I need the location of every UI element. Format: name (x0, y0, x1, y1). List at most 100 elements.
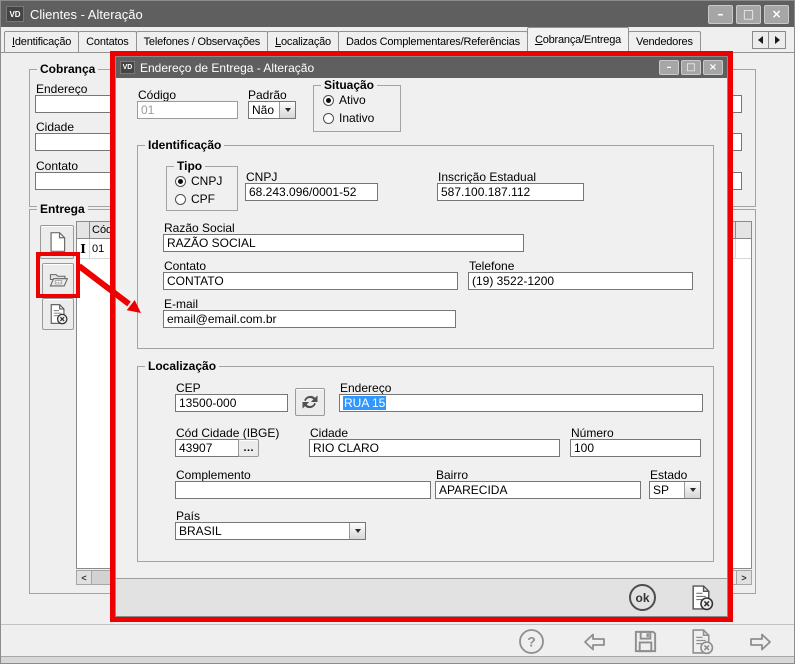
chevron-down-icon (355, 529, 361, 533)
grid-selector-column-header (77, 222, 90, 238)
tab-dados-complementares[interactable]: Dados Complementares/Referências (338, 31, 528, 52)
grid-column-2-header[interactable] (736, 222, 751, 238)
cobranca-legend: Cobrança (37, 62, 98, 76)
cidade-field[interactable]: RIO CLARO (309, 439, 560, 457)
cod-cidade-browse-button[interactable]: … (238, 439, 259, 457)
complemento-label: Complemento (176, 468, 251, 482)
cpf-radio[interactable]: CPF (175, 192, 215, 206)
annotation-arrow (71, 256, 161, 326)
endereco-label: Endereço (340, 381, 391, 395)
document-x-icon (693, 630, 712, 653)
maximize-button[interactable]: □ (736, 5, 761, 24)
cod-cidade-label: Cód Cidade (IBGE) (176, 426, 279, 440)
inscricao-estadual-field[interactable]: 587.100.187.112 (437, 183, 584, 201)
padrao-dropdown-button[interactable] (279, 102, 295, 118)
grid-cell-2 (736, 239, 751, 258)
localizacao-legend: Localização (145, 359, 219, 373)
cnpj-field[interactable]: 68.243.096/0001-52 (245, 183, 378, 201)
radio-dot-icon (323, 113, 334, 124)
cep-field[interactable]: 13500-000 (175, 394, 288, 412)
dialog-minimize-button[interactable]: – (659, 60, 679, 75)
bairro-field[interactable]: APARECIDA (435, 481, 641, 499)
complemento-field[interactable] (175, 481, 431, 499)
help-button[interactable]: ? (518, 628, 545, 655)
tab-contatos[interactable]: Contatos (78, 31, 136, 52)
close-button[interactable]: × (764, 5, 789, 24)
razao-social-field[interactable]: RAZÃO SOCIAL (163, 234, 524, 252)
tab-cobranca-entrega[interactable]: Cobrança/Entrega (527, 27, 629, 52)
dialog-cancel-button[interactable] (688, 584, 715, 611)
numero-field[interactable]: 100 (570, 439, 701, 457)
cidade-label: Cidade (310, 426, 348, 440)
radio-dot-icon (323, 95, 334, 106)
ok-button[interactable]: ok (629, 584, 656, 611)
chevron-left-icon (758, 36, 763, 44)
dialog-maximize-button[interactable]: □ (681, 60, 701, 75)
codigo-label: Código (138, 88, 176, 102)
padrao-value: Não (249, 102, 279, 118)
tab-scroll-left-button[interactable] (752, 31, 769, 49)
email-field[interactable]: email@email.com.br (163, 310, 456, 328)
contato-field[interactable]: CONTATO (163, 272, 458, 290)
next-record-button[interactable] (747, 628, 775, 656)
situacao-group: Situação Ativo Inativo (313, 85, 401, 132)
dialog-frame: VD Endereço de Entrega - Alteração – □ ×… (115, 56, 728, 617)
cobranca-endereco-label: Endereço (36, 82, 87, 96)
tab-identificacao[interactable]: Identificação (4, 31, 79, 52)
telefone-field[interactable]: (19) 3522-1200 (468, 272, 693, 290)
dialog-close-button[interactable]: × (703, 60, 723, 75)
situacao-legend: Situação (321, 78, 377, 92)
radio-dot-icon (175, 194, 186, 205)
tab-scroll-right-button[interactable] (769, 31, 786, 49)
new-document-icon (46, 231, 68, 253)
pais-dropdown-button[interactable] (349, 523, 365, 539)
previous-record-button[interactable] (580, 628, 608, 656)
estado-combobox[interactable]: SP (649, 481, 701, 499)
main-window: VD Clientes - Alteração – □ × Identifica… (0, 0, 795, 664)
estado-value: SP (650, 482, 684, 498)
arrow-right-icon (751, 635, 770, 650)
inativo-radio[interactable]: Inativo (323, 111, 374, 125)
ativo-radio[interactable]: Ativo (323, 93, 366, 107)
pais-label: País (176, 509, 200, 523)
endereco-field[interactable]: RUA 15 (339, 394, 703, 412)
cep-lookup-button[interactable] (295, 388, 325, 416)
dialog-app-icon: VD (120, 61, 135, 74)
document-x-icon (693, 586, 712, 609)
razao-social-label: Razão Social (164, 221, 235, 235)
scroll-left-button[interactable]: < (77, 571, 92, 584)
pais-combobox[interactable]: BRASIL (175, 522, 366, 540)
cep-label: CEP (176, 381, 201, 395)
identificacao-group: Identificação Tipo CNPJ CPF CNPJ 68.243.… (137, 145, 714, 349)
estado-dropdown-button[interactable] (684, 482, 700, 498)
selected-text: RUA 15 (343, 396, 386, 410)
dialog-titlebar[interactable]: VD Endereço de Entrega - Alteração – □ × (116, 57, 727, 78)
save-button[interactable] (632, 628, 659, 655)
window-title: Clientes - Alteração (30, 7, 699, 22)
entrega-legend: Entrega (37, 202, 88, 216)
scroll-right-button[interactable]: > (736, 571, 751, 584)
tab-scroller (752, 31, 786, 49)
codigo-field[interactable]: 01 (137, 101, 238, 119)
tab-vendedores[interactable]: Vendedores (628, 31, 701, 52)
email-label: E-mail (164, 297, 198, 311)
tipo-legend: Tipo (174, 159, 205, 173)
localizacao-group: Localização CEP 13500-000 Endereço RUA 1… (137, 366, 714, 562)
cancel-button[interactable] (688, 628, 715, 655)
arrow-left-icon (585, 635, 604, 650)
dialog-footer: ok (116, 578, 727, 616)
window-titlebar[interactable]: VD Clientes - Alteração – □ × (1, 1, 794, 27)
minimize-button[interactable]: – (708, 5, 733, 24)
delete-record-button[interactable] (42, 298, 74, 330)
cnpj-label: CNPJ (246, 170, 277, 184)
cnpj-radio[interactable]: CNPJ (175, 174, 222, 188)
padrao-combobox[interactable]: Não (248, 101, 296, 119)
tab-localizacao[interactable]: Localização (267, 31, 339, 52)
telefone-label: Telefone (469, 259, 514, 273)
pais-value: BRASIL (176, 523, 349, 539)
contato-label: Contato (164, 259, 206, 273)
tab-telefones-observacoes[interactable]: Telefones / Observações (136, 31, 268, 52)
entrega-dialog: VD Endereço de Entrega - Alteração – □ ×… (110, 51, 733, 622)
padrao-label: Padrão (248, 88, 287, 102)
cod-cidade-field[interactable]: 43907 (175, 439, 239, 457)
